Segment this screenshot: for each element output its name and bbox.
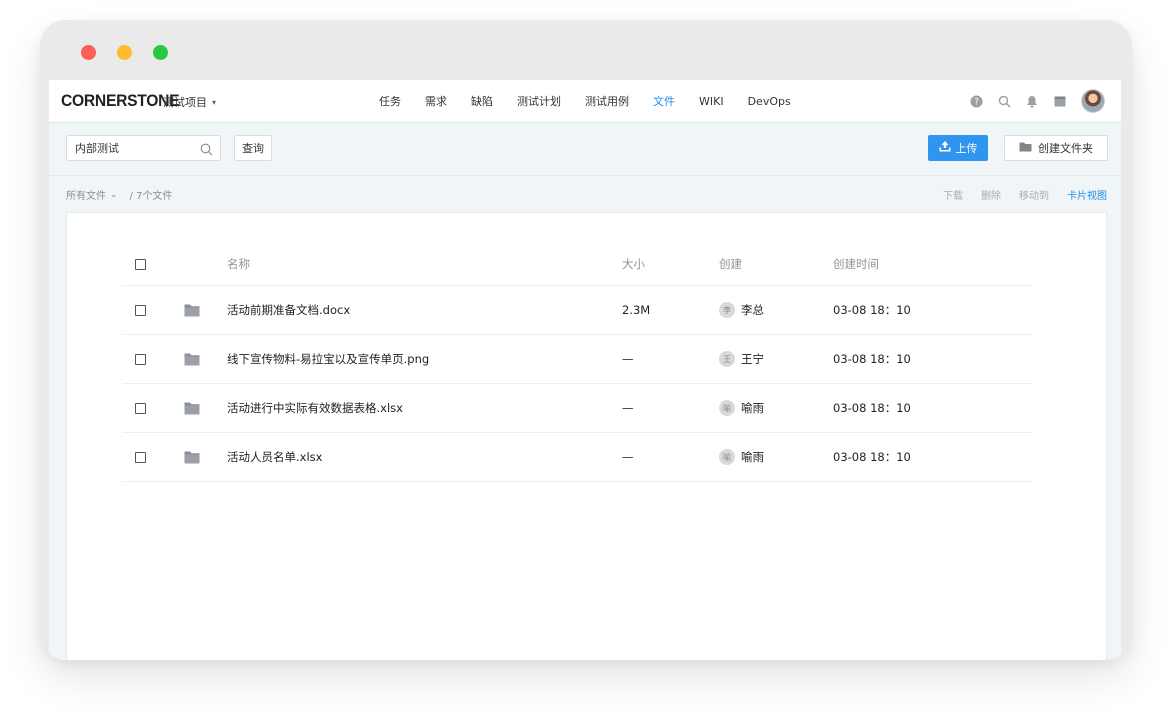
- help-icon[interactable]: ?: [969, 94, 983, 108]
- maximize-window-button[interactable]: [153, 45, 168, 60]
- minimize-window-button[interactable]: [117, 45, 132, 60]
- action-3[interactable]: 卡片视图: [1067, 187, 1107, 202]
- project-selector[interactable]: 测试项目 ▾: [163, 94, 216, 110]
- nav-link[interactable]: 任务: [367, 93, 413, 109]
- action-2[interactable]: 移动到: [1019, 187, 1049, 202]
- file-actions: 下载 删除 移动到 卡片视图: [943, 187, 1107, 202]
- app-window: CORNERSTONE 测试项目 ▾ 任务 需求 缺陷 测试计划 测试用例 文件 WIKI D…: [40, 20, 1132, 660]
- row-checkbox-cell: [135, 286, 146, 334]
- toolbar: 查询 上传 创建文件夹: [49, 123, 1121, 175]
- row-checkbox[interactable]: [135, 451, 146, 463]
- upload-icon: [939, 141, 951, 155]
- folder-icon: [184, 433, 200, 481]
- creator-name: 喻雨: [741, 401, 764, 415]
- file-size: 2.3M: [622, 303, 651, 317]
- file-creator: 李李总: [719, 286, 764, 334]
- search-input[interactable]: [67, 136, 201, 160]
- row-checkbox[interactable]: [135, 304, 146, 316]
- table-row[interactable]: 活动人员名单.xlsx — 喻喻雨 03-08 18：10: [122, 433, 1032, 482]
- chevron-down-icon: ▾: [212, 97, 217, 107]
- breadcrumb: 所有文件 ⌄ / 7个文件: [66, 187, 173, 203]
- calendar-icon[interactable]: [1053, 94, 1067, 108]
- file-table: 名称 大小 创建 创建时间 活动前期准备文档.docx 2.3M 李李总 03-08 …: [122, 243, 1032, 482]
- folder-icon: [1019, 141, 1032, 155]
- row-checkbox-cell: [135, 433, 146, 481]
- file-name[interactable]: 线下宣传物料-易拉宝以及宣传单页.png: [227, 335, 429, 383]
- file-count: / 7个文件: [129, 191, 173, 202]
- table-row[interactable]: 线下宣传物料-易拉宝以及宣传单页.png — 王王宁 03-08 18：10: [122, 335, 1032, 384]
- creator-name: 李总: [741, 303, 764, 317]
- row-checkbox[interactable]: [135, 353, 146, 365]
- header-time[interactable]: 创建时间: [833, 243, 879, 285]
- table-header: 名称 大小 创建 创建时间: [122, 243, 1032, 286]
- action-0[interactable]: 下载: [943, 187, 963, 202]
- nav-icons: ?: [969, 80, 1105, 122]
- file-creator: 王王宁: [719, 335, 764, 383]
- create-folder-button[interactable]: 创建文件夹: [1004, 135, 1108, 161]
- file-size: —: [622, 450, 634, 464]
- query-button[interactable]: 查询: [234, 135, 272, 161]
- header-creator[interactable]: 创建: [719, 243, 742, 285]
- row-checkbox-cell: [135, 335, 146, 383]
- table-row[interactable]: 活动进行中实际有效数据表格.xlsx — 喻喻雨 03-08 18：10: [122, 384, 1032, 433]
- file-creator: 喻喻雨: [719, 433, 764, 481]
- nav-link[interactable]: 文件: [641, 93, 687, 109]
- app-content: CORNERSTONE 测试项目 ▾ 任务 需求 缺陷 测试计划 测试用例 文件 WIKI D…: [49, 80, 1121, 660]
- row-checkbox[interactable]: [135, 402, 146, 414]
- file-created-time: 03-08 18：10: [833, 401, 911, 415]
- file-name[interactable]: 活动人员名单.xlsx: [227, 433, 322, 481]
- select-all-checkbox-cell: [135, 243, 146, 285]
- user-avatar[interactable]: [1081, 89, 1105, 113]
- header-size[interactable]: 大小: [622, 243, 645, 285]
- nav-link[interactable]: 需求: [413, 93, 459, 109]
- top-navigation: CORNERSTONE 测试项目 ▾ 任务 需求 缺陷 测试计划 测试用例 文件 WIKI D…: [49, 80, 1121, 123]
- search-box: [66, 135, 221, 161]
- folder-icon: [184, 335, 200, 383]
- nav-link[interactable]: 测试用例: [573, 93, 641, 109]
- all-files-dropdown[interactable]: 所有文件 ⌄: [66, 187, 118, 203]
- creator-avatar: 喻: [719, 400, 735, 416]
- logo[interactable]: CORNERSTONE: [61, 91, 180, 111]
- file-created-time: 03-08 18：10: [833, 450, 911, 464]
- file-name[interactable]: 活动前期准备文档.docx: [227, 286, 350, 334]
- file-list-panel: 名称 大小 创建 创建时间 活动前期准备文档.docx 2.3M 李李总 03-08 …: [66, 212, 1107, 660]
- bell-icon[interactable]: [1025, 94, 1039, 108]
- nav-link[interactable]: 缺陷: [459, 93, 505, 109]
- file-created-time: 03-08 18：10: [833, 352, 911, 366]
- file-name[interactable]: 活动进行中实际有效数据表格.xlsx: [227, 384, 403, 432]
- upload-label: 上传: [955, 142, 978, 155]
- action-1[interactable]: 删除: [981, 187, 1001, 202]
- search-icon[interactable]: [997, 94, 1011, 108]
- file-creator: 喻喻雨: [719, 384, 764, 432]
- creator-name: 王宁: [741, 352, 764, 366]
- close-window-button[interactable]: [81, 45, 96, 60]
- creator-avatar: 王: [719, 351, 735, 367]
- folder-icon: [184, 286, 200, 334]
- creator-avatar: 喻: [719, 449, 735, 465]
- folder-icon: [184, 384, 200, 432]
- path-bar: 所有文件 ⌄ / 7个文件 下载 删除 移动到 卡片视图: [49, 176, 1121, 212]
- search-icon[interactable]: [200, 141, 213, 160]
- table-row[interactable]: 活动前期准备文档.docx 2.3M 李李总 03-08 18：10: [122, 286, 1032, 335]
- create-folder-label: 创建文件夹: [1038, 142, 1093, 155]
- file-size: —: [622, 401, 634, 415]
- nav-link[interactable]: DevOps: [736, 95, 803, 108]
- nav-link[interactable]: WIKI: [687, 95, 736, 108]
- creator-avatar: 李: [719, 302, 735, 318]
- header-name[interactable]: 名称: [227, 243, 250, 285]
- chevron-down-icon: ⌄: [110, 189, 118, 200]
- nav-link[interactable]: 测试计划: [505, 93, 573, 109]
- svg-text:?: ?: [974, 97, 979, 107]
- select-all-checkbox[interactable]: [135, 258, 146, 270]
- upload-button[interactable]: 上传: [928, 135, 988, 161]
- row-checkbox-cell: [135, 384, 146, 432]
- project-name: 测试项目: [163, 96, 207, 109]
- all-files-label: 所有文件: [66, 191, 106, 202]
- creator-name: 喻雨: [741, 450, 764, 464]
- main-nav: 任务 需求 缺陷 测试计划 测试用例 文件 WIKI DevOps: [367, 80, 803, 122]
- file-size: —: [622, 352, 634, 366]
- file-created-time: 03-08 18：10: [833, 303, 911, 317]
